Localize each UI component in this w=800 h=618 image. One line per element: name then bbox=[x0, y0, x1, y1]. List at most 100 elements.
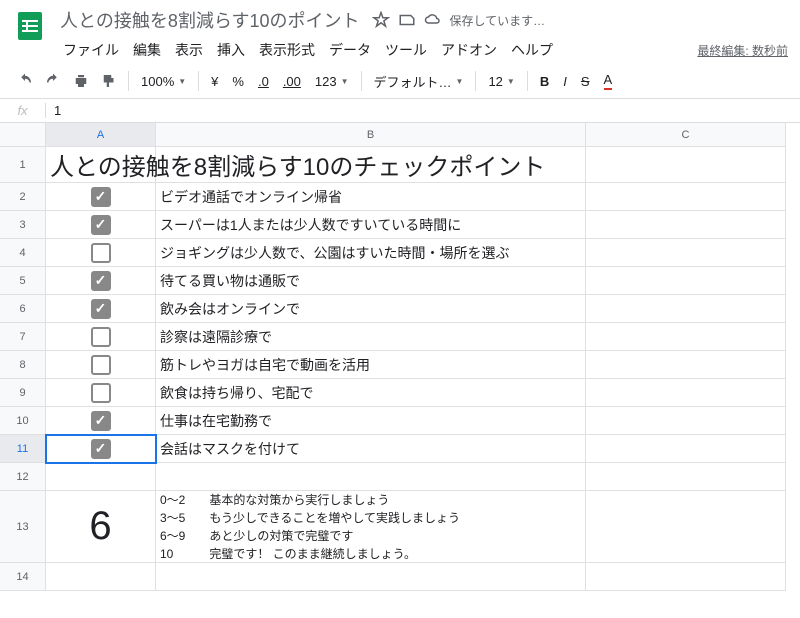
menu-insert[interactable]: 挿入 bbox=[210, 36, 252, 64]
cell-A12[interactable] bbox=[46, 463, 156, 491]
row-header-11[interactable]: 11 bbox=[0, 435, 46, 463]
cell-A8[interactable] bbox=[46, 351, 156, 379]
menu-format[interactable]: 表示形式 bbox=[252, 36, 322, 64]
cell-A10[interactable] bbox=[46, 407, 156, 435]
menu-tools[interactable]: ツール bbox=[378, 36, 434, 64]
formula-input[interactable]: 1 bbox=[46, 103, 61, 118]
undo-button[interactable] bbox=[12, 68, 38, 94]
cell-A5[interactable] bbox=[46, 267, 156, 295]
row-header-4[interactable]: 4 bbox=[0, 239, 46, 267]
row-header-13[interactable]: 13 bbox=[0, 491, 46, 563]
col-header-A[interactable]: A bbox=[46, 123, 156, 147]
cell-C3[interactable] bbox=[586, 211, 786, 239]
cell-B9[interactable]: 飲食は持ち帰り、宅配で bbox=[156, 379, 586, 407]
checkbox[interactable] bbox=[91, 355, 111, 375]
cell-A1[interactable]: 人との接触を8割減らす10のチェックポイント bbox=[46, 147, 156, 183]
cell-C10[interactable] bbox=[586, 407, 786, 435]
print-button[interactable] bbox=[68, 68, 94, 94]
cell-B3[interactable]: スーパーは1人または少人数ですいている時間に bbox=[156, 211, 586, 239]
checkbox[interactable] bbox=[91, 439, 111, 459]
last-edit[interactable]: 最終編集: 数秒前 bbox=[697, 42, 788, 59]
menu-data[interactable]: データ bbox=[322, 36, 378, 64]
cell-A6[interactable] bbox=[46, 295, 156, 323]
cell-B6[interactable]: 飲み会はオンラインで bbox=[156, 295, 586, 323]
cell-C2[interactable] bbox=[586, 183, 786, 211]
paint-format-button[interactable] bbox=[96, 68, 122, 94]
col-header-B[interactable]: B bbox=[156, 123, 586, 147]
cell-B12[interactable] bbox=[156, 463, 586, 491]
cell-B4[interactable]: ジョギングは少人数で、公園はすいた時間・場所を選ぶ bbox=[156, 239, 586, 267]
cell-C5[interactable] bbox=[586, 267, 786, 295]
menu-file[interactable]: ファイル bbox=[56, 36, 126, 64]
row-header-12[interactable]: 12 bbox=[0, 463, 46, 491]
bold-button[interactable]: B bbox=[534, 74, 555, 89]
format-dropdown[interactable]: 123▼ bbox=[309, 74, 355, 89]
cell-C9[interactable] bbox=[586, 379, 786, 407]
select-all-corner[interactable] bbox=[0, 123, 46, 147]
move-icon[interactable] bbox=[398, 11, 416, 29]
row-header-7[interactable]: 7 bbox=[0, 323, 46, 351]
cell-C4[interactable] bbox=[586, 239, 786, 267]
cell-B5[interactable]: 待てる買い物は通販で bbox=[156, 267, 586, 295]
cell-B13[interactable]: 0～2 基本的な対策から実行しましょう 3～5 もう少しできることを増やして実践… bbox=[156, 491, 586, 563]
cell-A13[interactable]: 6 bbox=[46, 491, 156, 563]
cell-C11[interactable] bbox=[586, 435, 786, 463]
cell-A7[interactable] bbox=[46, 323, 156, 351]
star-icon[interactable] bbox=[372, 11, 390, 29]
cell-C12[interactable] bbox=[586, 463, 786, 491]
checkbox[interactable] bbox=[91, 327, 111, 347]
cell-C7[interactable] bbox=[586, 323, 786, 351]
increase-decimal-button[interactable]: .00 bbox=[277, 74, 307, 89]
cell-B1[interactable] bbox=[156, 147, 586, 183]
checkbox[interactable] bbox=[91, 243, 111, 263]
cell-C13[interactable] bbox=[586, 491, 786, 563]
menu-view[interactable]: 表示 bbox=[168, 36, 210, 64]
checkbox[interactable] bbox=[91, 411, 111, 431]
cell-C14[interactable] bbox=[586, 563, 786, 591]
row-header-10[interactable]: 10 bbox=[0, 407, 46, 435]
cell-B2[interactable]: ビデオ通話でオンライン帰省 bbox=[156, 183, 586, 211]
row-header-3[interactable]: 3 bbox=[0, 211, 46, 239]
font-dropdown[interactable]: デフォルト…▼ bbox=[368, 72, 470, 91]
cell-A9[interactable] bbox=[46, 379, 156, 407]
row-header-5[interactable]: 5 bbox=[0, 267, 46, 295]
row-header-6[interactable]: 6 bbox=[0, 295, 46, 323]
checkbox[interactable] bbox=[91, 215, 111, 235]
sheets-logo[interactable] bbox=[12, 8, 48, 44]
text-color-button[interactable]: A bbox=[598, 72, 619, 90]
cell-C6[interactable] bbox=[586, 295, 786, 323]
doc-title[interactable]: 人との接触を8割減らす10のポイント bbox=[56, 6, 364, 34]
percent-button[interactable]: % bbox=[226, 74, 250, 89]
row-header-2[interactable]: 2 bbox=[0, 183, 46, 211]
cell-A2[interactable] bbox=[46, 183, 156, 211]
cell-B10[interactable]: 仕事は在宅勤務で bbox=[156, 407, 586, 435]
cell-B7[interactable]: 診察は遠隔診療で bbox=[156, 323, 586, 351]
checkbox[interactable] bbox=[91, 383, 111, 403]
menu-addons[interactable]: アドオン bbox=[434, 36, 504, 64]
checkbox[interactable] bbox=[91, 271, 111, 291]
col-header-C[interactable]: C bbox=[586, 123, 786, 147]
cell-B11[interactable]: 会話はマスクを付けて bbox=[156, 435, 586, 463]
row-header-8[interactable]: 8 bbox=[0, 351, 46, 379]
checkbox[interactable] bbox=[91, 299, 111, 319]
decrease-decimal-button[interactable]: .0 bbox=[252, 74, 275, 89]
zoom-dropdown[interactable]: 100%▼ bbox=[135, 74, 192, 89]
menu-edit[interactable]: 編集 bbox=[126, 36, 168, 64]
cell-A11[interactable] bbox=[46, 435, 156, 463]
cell-B8[interactable]: 筋トレやヨガは自宅で動画を活用 bbox=[156, 351, 586, 379]
cell-A14[interactable] bbox=[46, 563, 156, 591]
row-header-14[interactable]: 14 bbox=[0, 563, 46, 591]
italic-button[interactable]: I bbox=[557, 74, 573, 89]
row-header-1[interactable]: 1 bbox=[0, 147, 46, 183]
cell-B14[interactable] bbox=[156, 563, 586, 591]
cell-A3[interactable] bbox=[46, 211, 156, 239]
cell-C8[interactable] bbox=[586, 351, 786, 379]
cell-C1[interactable] bbox=[586, 147, 786, 183]
checkbox[interactable] bbox=[91, 187, 111, 207]
redo-button[interactable] bbox=[40, 68, 66, 94]
strike-button[interactable]: S bbox=[575, 74, 596, 89]
row-header-9[interactable]: 9 bbox=[0, 379, 46, 407]
font-size-dropdown[interactable]: 12▼ bbox=[482, 74, 520, 89]
menu-help[interactable]: ヘルプ bbox=[504, 36, 560, 64]
cell-A4[interactable] bbox=[46, 239, 156, 267]
